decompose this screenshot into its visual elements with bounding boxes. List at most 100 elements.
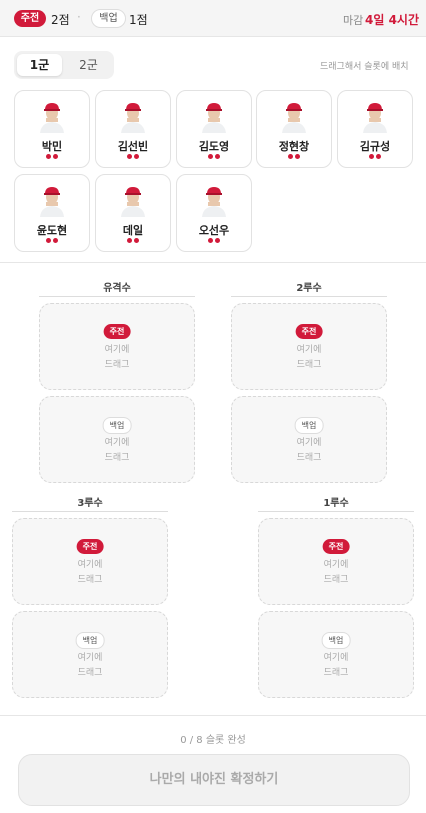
- drop-hint-line: 여기에: [104, 438, 130, 448]
- shortstop-backup-slot[interactable]: 백업 여기에드래그: [39, 396, 195, 483]
- rating-dot-icon: [215, 154, 220, 159]
- player-card[interactable]: 김도영: [176, 90, 252, 168]
- rating-dots: [96, 154, 170, 159]
- position-underline: [39, 296, 195, 297]
- backup-badge: 백업: [102, 417, 132, 434]
- player-name: 윤도현: [36, 224, 68, 237]
- backup-badge: 백업: [75, 632, 105, 649]
- rating-dot-icon: [208, 154, 213, 159]
- backup-badge: 백업: [294, 417, 324, 434]
- rating-dots: [96, 238, 170, 243]
- rating-dot-icon: [208, 238, 213, 243]
- rating-dot-icon: [127, 238, 132, 243]
- position-title-second-base: 2루수: [296, 283, 322, 294]
- backup-points: 1점: [129, 13, 148, 27]
- first-base-starter-slot[interactable]: 주전 여기에드래그: [258, 518, 414, 605]
- position-title-third-base: 3루수: [77, 498, 103, 509]
- scoring-bar: 주전 2점 · 백업 1점 마감 4일 4시간: [0, 0, 426, 37]
- rating-dot-icon: [369, 154, 374, 159]
- drop-hint: 여기에드래그: [40, 436, 194, 466]
- second-base-starter-slot[interactable]: 주전 여기에드래그: [231, 303, 387, 390]
- player-card[interactable]: 박민: [14, 90, 90, 168]
- position-title-first-base: 1루수: [323, 498, 349, 509]
- starter-points: 2점: [51, 13, 70, 27]
- drop-hint-line: 드래그: [77, 668, 103, 678]
- rating-dot-icon: [46, 238, 51, 243]
- drop-hint-line: 여기에: [323, 653, 349, 663]
- player-card[interactable]: 김선빈: [95, 90, 171, 168]
- player-avatar-icon: [282, 103, 306, 133]
- player-avatar-icon: [363, 103, 387, 133]
- player-card[interactable]: 데일: [95, 174, 171, 252]
- rating-dot-icon: [134, 238, 139, 243]
- player-name: 오선우: [198, 224, 230, 237]
- drop-hint: 여기에 드래그: [40, 343, 194, 373]
- drop-hint: 여기에드래그: [232, 436, 386, 466]
- rating-dot-icon: [295, 154, 300, 159]
- drop-hint: 여기에드래그: [232, 343, 386, 373]
- backup-badge: 백업: [321, 632, 351, 649]
- rating-dot-icon: [53, 238, 58, 243]
- drop-hint-line: 드래그: [77, 575, 103, 585]
- player-name: 김규성: [359, 140, 391, 153]
- player-name: 김선빈: [117, 140, 149, 153]
- rating-dots: [15, 238, 89, 243]
- slot-progress: 0 / 8 슬롯 완성: [180, 735, 246, 746]
- player-card[interactable]: 정현창: [256, 90, 332, 168]
- squad-tabs: 1군 2군: [14, 51, 114, 79]
- starter-badge: 주전: [295, 324, 323, 339]
- tab-first-team[interactable]: 1군: [17, 54, 62, 76]
- player-name: 김도영: [198, 140, 230, 153]
- rating-dot-icon: [134, 154, 139, 159]
- rating-dot-icon: [288, 154, 293, 159]
- drop-hint: 여기에 드래그: [13, 558, 167, 588]
- rating-dot-icon: [376, 154, 381, 159]
- drop-hint: 여기에 드래그: [13, 651, 167, 681]
- starter-badge: 주전: [322, 539, 350, 554]
- player-card[interactable]: 윤도현: [14, 174, 90, 252]
- player-avatar-icon: [121, 103, 145, 133]
- tab-second-team[interactable]: 2군: [66, 54, 111, 76]
- starter-badge: 주전: [76, 539, 104, 554]
- drop-hint-line: 드래그: [104, 360, 130, 370]
- starter-badge: 주전: [103, 324, 131, 339]
- drop-hint-line: 드래그: [323, 668, 349, 678]
- first-base-backup-slot[interactable]: 백업 여기에드래그: [258, 611, 414, 698]
- deadline-value: 4일 4시간: [365, 13, 419, 27]
- player-avatar-icon: [121, 187, 145, 217]
- player-name: 박민: [41, 140, 63, 153]
- position-title-shortstop: 유격수: [103, 283, 131, 294]
- drop-hint-line: 여기에: [296, 345, 322, 355]
- position-underline: [12, 511, 168, 512]
- player-avatar-icon: [202, 187, 226, 217]
- drop-hint-line: 드래그: [296, 453, 322, 463]
- shortstop-starter-slot[interactable]: 주전 여기에 드래그: [39, 303, 195, 390]
- player-card[interactable]: 김규성: [337, 90, 413, 168]
- rating-dot-icon: [46, 154, 51, 159]
- second-base-backup-slot[interactable]: 백업 여기에드래그: [231, 396, 387, 483]
- starter-badge: 주전: [14, 10, 46, 27]
- confirm-lineup-button[interactable]: 나만의 내야진 확정하기: [18, 754, 410, 806]
- drop-hint-line: 여기에: [323, 560, 349, 570]
- backup-badge: 백업: [91, 9, 126, 28]
- drop-hint-line: 드래그: [104, 453, 130, 463]
- section-divider: [0, 262, 426, 263]
- drop-hint-line: 드래그: [323, 575, 349, 585]
- position-underline: [231, 296, 387, 297]
- third-base-backup-slot[interactable]: 백업 여기에 드래그: [12, 611, 168, 698]
- drop-hint: 여기에드래그: [259, 651, 413, 681]
- player-avatar-icon: [202, 103, 226, 133]
- deadline-label: 마감: [343, 14, 364, 27]
- drag-hint: 드래그해서 슬롯에 배치: [320, 62, 409, 72]
- third-base-starter-slot[interactable]: 주전 여기에 드래그: [12, 518, 168, 605]
- drop-hint: 여기에드래그: [259, 558, 413, 588]
- player-avatar-icon: [40, 103, 64, 133]
- drop-hint-line: 여기에: [296, 438, 322, 448]
- drop-hint-line: 드래그: [296, 360, 322, 370]
- rating-dot-icon: [127, 154, 132, 159]
- player-card[interactable]: 오선우: [176, 174, 252, 252]
- rating-dots: [177, 154, 251, 159]
- footer-divider: [0, 715, 426, 716]
- rating-dots: [338, 154, 412, 159]
- rating-dot-icon: [53, 154, 58, 159]
